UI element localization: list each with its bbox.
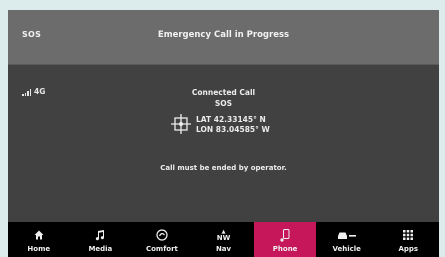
- comfort-icon: [156, 227, 168, 243]
- latitude: LAT 42.33145° N: [196, 115, 266, 124]
- nav-media-label: Media: [88, 245, 113, 253]
- nav-apps-label: Apps: [398, 245, 419, 253]
- music-note-icon: [95, 227, 105, 243]
- longitude: LON 83.04585° W: [196, 125, 270, 134]
- operator-notice: Call must be ended by operator.: [160, 164, 287, 172]
- nav-vehicle-label: Vehicle: [332, 245, 361, 253]
- nav-comfort-label: Comfort: [145, 245, 178, 253]
- compass-heading: NW: [216, 234, 231, 242]
- nav-phone[interactable]: Phone: [254, 222, 316, 257]
- call-type: SOS: [214, 99, 233, 108]
- nav-nav[interactable]: ▲ NW Nav: [193, 222, 255, 257]
- nav-comfort[interactable]: Comfort: [131, 222, 193, 257]
- compass-nw-icon: ▲ NW: [216, 229, 231, 242]
- apps-grid-icon: [403, 227, 414, 243]
- divider: [8, 64, 439, 65]
- call-status: Connected Call: [191, 88, 256, 97]
- nav-home[interactable]: Home: [8, 222, 70, 257]
- header-bar: SOS Emergency Call in Progress: [8, 10, 439, 64]
- home-icon: [34, 227, 44, 243]
- nav-phone-label: Phone: [272, 245, 298, 253]
- vehicle-icon: [337, 227, 357, 243]
- nav-media[interactable]: Media: [70, 222, 132, 257]
- nav-apps[interactable]: Apps: [377, 222, 439, 257]
- nav-home-label: Home: [27, 245, 51, 253]
- nav-vehicle[interactable]: Vehicle: [316, 222, 378, 257]
- page-title: Emergency Call in Progress: [157, 30, 290, 40]
- gps-coordinates: LAT 42.33145° N LON 83.04585° W: [171, 113, 311, 139]
- phone-icon: [280, 227, 290, 243]
- bottom-nav-bar: Home Media Comfort ▲ NW Nav Phone Vehicl…: [8, 222, 439, 257]
- nav-nav-label: Nav: [215, 245, 232, 253]
- gps-location-icon: [171, 114, 191, 134]
- emergency-call-screen: SOS Emergency Call in Progress 4G Connec…: [8, 10, 439, 257]
